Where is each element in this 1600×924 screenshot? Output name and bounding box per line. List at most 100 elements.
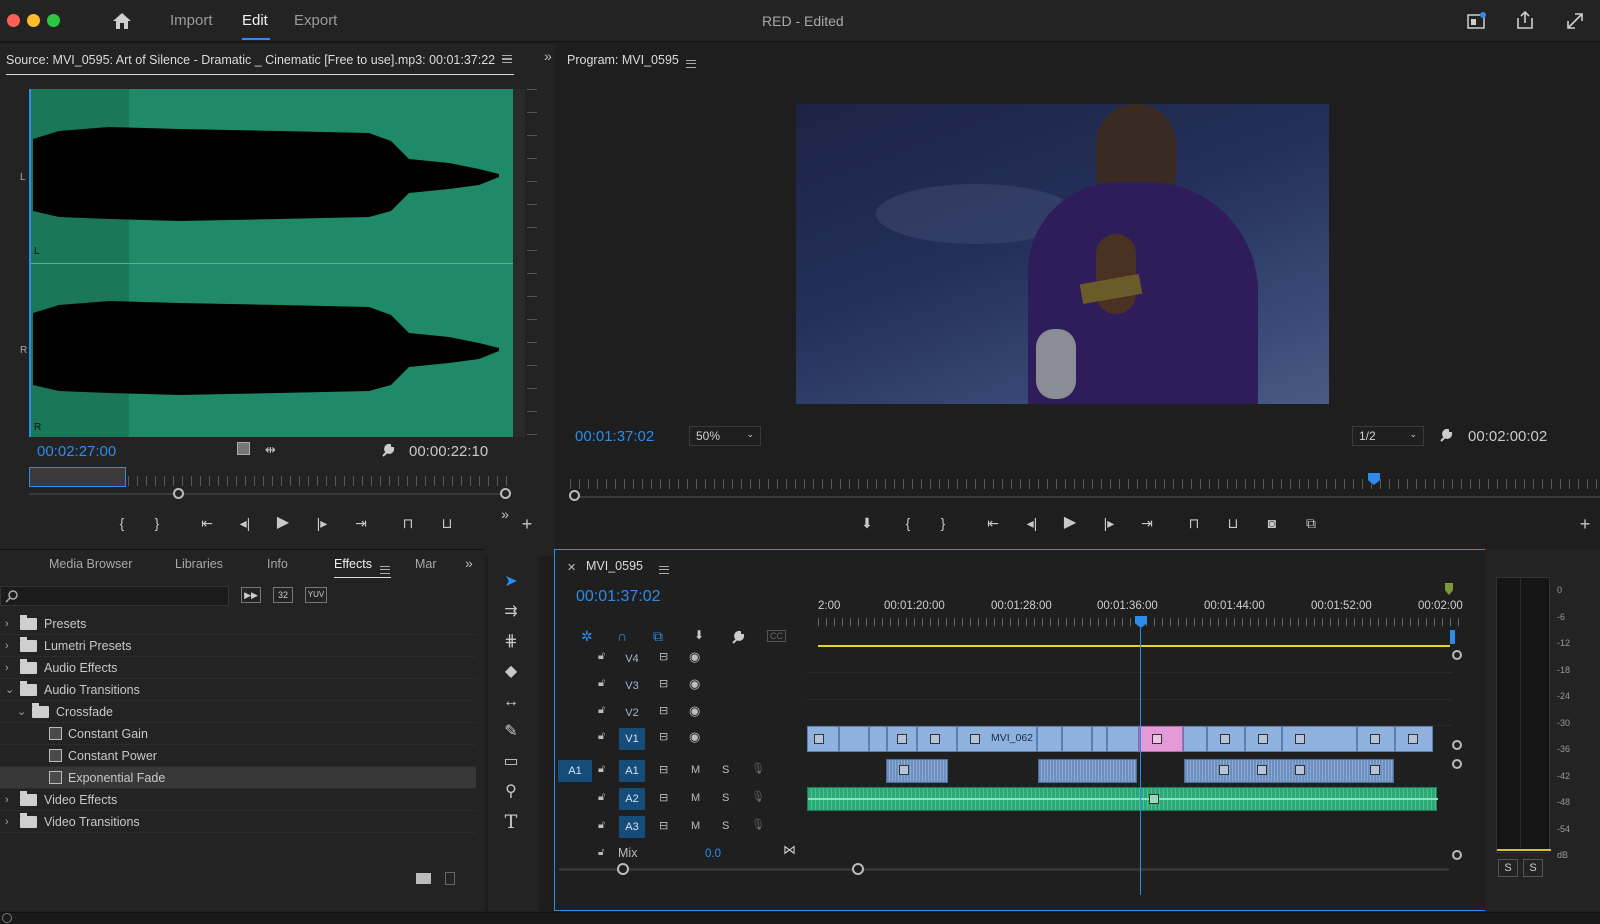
razor-tool-icon[interactable]: ◆	[500, 661, 522, 683]
waveform-toggle-icon[interactable]: ⇹	[265, 442, 276, 458]
tabs-overflow-icon[interactable]: »	[465, 555, 473, 571]
add-marker-button[interactable]: ⬇	[856, 513, 878, 533]
timeline-menu-icon[interactable]	[659, 561, 669, 579]
program-mark-in-button[interactable]: {	[897, 513, 919, 533]
effects-item-exponential-fade[interactable]: Exponential Fade	[0, 767, 476, 789]
effects-item-audio-transitions[interactable]: ⌄ Audio Transitions	[0, 679, 476, 701]
video-clip[interactable]	[807, 726, 839, 752]
tab-edit[interactable]: Edit	[242, 12, 268, 29]
mix-volume-value[interactable]: 0.0	[705, 848, 721, 860]
track-target-a1[interactable]: A1	[619, 760, 645, 782]
effects-item-lumetri-presets[interactable]: › Lumetri Presets	[0, 635, 476, 657]
program-mark-out-button[interactable]: }	[932, 513, 954, 533]
video-clip[interactable]	[839, 726, 869, 752]
sync-lock-icon[interactable]: ⊟	[659, 650, 668, 663]
tab-import[interactable]: Import	[170, 12, 213, 29]
solo-track-button[interactable]: S	[722, 792, 729, 804]
program-step-back-button[interactable]: ◂|	[1021, 513, 1043, 533]
selected-video-clip[interactable]	[1139, 726, 1183, 752]
chevron-right-icon[interactable]: ›	[5, 613, 9, 635]
track-lock-icon[interactable]: 🔓︎	[598, 650, 605, 663]
type-tool-icon[interactable]: T	[500, 811, 522, 833]
source-inout-range[interactable]	[29, 467, 126, 487]
source-zoom-handle-right[interactable]	[500, 488, 511, 499]
effects-item-video-transitions[interactable]: › Video Transitions	[0, 811, 476, 833]
video-clip[interactable]	[1207, 726, 1245, 752]
mute-track-button[interactable]: M	[691, 764, 700, 776]
program-step-forward-button[interactable]: |▸	[1098, 513, 1120, 533]
chevron-right-icon[interactable]: ›	[5, 811, 9, 833]
track-lock-icon[interactable]: 🔓︎	[598, 730, 605, 743]
video-clip[interactable]	[1395, 726, 1433, 752]
video-clip[interactable]	[887, 726, 917, 752]
program-monitor-title[interactable]: Program: MVI_0595	[567, 53, 679, 67]
sync-lock-icon[interactable]: ⊟	[659, 819, 668, 832]
minimize-window-button[interactable]	[27, 14, 40, 27]
more-controls-icon[interactable]: »	[494, 504, 516, 524]
chevron-right-icon[interactable]: ›	[5, 789, 9, 811]
drag-audio-icon[interactable]	[237, 442, 250, 455]
source-settings-wrench-icon[interactable]	[380, 442, 396, 458]
toggle-output-eye-icon[interactable]: ◉	[689, 703, 700, 719]
meter-solo-right-button[interactable]: S	[1523, 859, 1543, 877]
effects-item-constant-gain[interactable]: Constant Gain	[0, 723, 476, 745]
effects-item-audio-effects[interactable]: › Audio Effects	[0, 657, 476, 679]
chevron-right-icon[interactable]: ›	[5, 657, 9, 679]
video-clip[interactable]	[1282, 726, 1357, 752]
solo-track-button[interactable]: S	[722, 820, 729, 832]
linked-selection-icon[interactable]: ⧉	[653, 628, 663, 645]
track-lock-icon[interactable]: 🔓︎	[598, 704, 605, 717]
delete-trash-icon[interactable]	[445, 872, 455, 885]
video-clip[interactable]	[1183, 726, 1207, 752]
chevron-down-icon[interactable]: ⌄	[5, 679, 14, 701]
mix-lock-icon[interactable]: 🔓︎	[598, 847, 604, 858]
tab-libraries[interactable]: Libraries	[175, 557, 223, 571]
lane-v3[interactable]	[807, 673, 1452, 700]
pen-tool-icon[interactable]: ✎	[500, 721, 522, 743]
hand-zoom-tool-icon[interactable]: ⚲	[500, 781, 522, 803]
timeline-horizontal-scrollbar[interactable]	[559, 868, 1449, 871]
video-clip[interactable]	[1037, 726, 1062, 752]
overwrite-button[interactable]: ⊔	[436, 513, 458, 533]
export-frame-camera-icon[interactable]: ◙	[1261, 513, 1283, 533]
button-editor-plus[interactable]: +	[516, 514, 538, 534]
mark-in-button[interactable]: {	[111, 513, 133, 533]
zoom-level-dropdown[interactable]: 50% ⌄	[689, 426, 761, 446]
32bit-effects-filter-icon[interactable]: 32	[273, 587, 293, 603]
audio-scroll-handle-bottom[interactable]	[1452, 850, 1462, 860]
meter-solo-left-button[interactable]: S	[1498, 859, 1518, 877]
track-target-v2[interactable]: V2	[619, 702, 645, 724]
lane-v4[interactable]	[807, 646, 1452, 673]
audio-transition-fx[interactable]	[1149, 794, 1159, 804]
program-play-button[interactable]: ▶	[1059, 513, 1081, 533]
program-timecode[interactable]: 00:01:37:02	[575, 428, 654, 445]
track-target-a2[interactable]: A2	[619, 788, 645, 810]
audio-scroll-handle-top[interactable]	[1452, 759, 1462, 769]
toggle-output-eye-icon[interactable]: ◉	[689, 729, 700, 745]
program-settings-wrench-icon[interactable]	[1438, 427, 1454, 443]
track-lock-icon[interactable]: 🔓︎	[598, 677, 605, 690]
go-to-out-button[interactable]: ⇥	[350, 513, 372, 533]
play-button[interactable]: ▶	[272, 513, 294, 533]
program-go-to-in-button[interactable]: ⇤	[982, 513, 1004, 533]
tab-info[interactable]: Info	[267, 557, 288, 571]
timeline-settings-wrench-icon[interactable]	[730, 629, 746, 645]
video-scroll-handle-bottom[interactable]	[1452, 740, 1462, 750]
track-target-v4[interactable]: V4	[619, 648, 645, 670]
playback-resolution-dropdown[interactable]: 1/2 ⌄	[1352, 426, 1424, 446]
source-zoom-bar[interactable]	[29, 493, 509, 495]
source-timecode[interactable]: 00:02:27:00	[37, 443, 116, 460]
program-button-editor-plus[interactable]: +	[1574, 514, 1596, 534]
chevron-down-icon[interactable]: ⌄	[17, 701, 26, 723]
voiceover-record-mic-icon[interactable]: 🎙︎	[751, 790, 765, 803]
extract-button[interactable]: ⊔	[1222, 513, 1244, 533]
audio-clip-a1[interactable]	[1038, 759, 1137, 783]
effects-item-video-effects[interactable]: › Video Effects	[0, 789, 476, 811]
track-lock-icon[interactable]: 🔓︎	[598, 763, 605, 776]
add-marker-icon[interactable]: ⬇	[694, 628, 704, 642]
audio-waveform-display[interactable]	[29, 89, 525, 437]
step-back-button[interactable]: ◂|	[234, 513, 256, 533]
sync-lock-icon[interactable]: ⊟	[659, 730, 668, 743]
comparison-view-button[interactable]: ⧉	[1300, 513, 1322, 533]
panel-overflow-icon[interactable]: »	[544, 48, 552, 64]
